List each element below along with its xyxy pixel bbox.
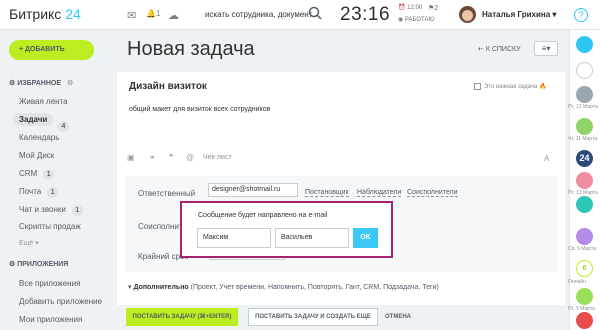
link-icon[interactable]: ⚭ (149, 153, 156, 162)
chat-date: Пт, 5 Марта (568, 306, 595, 312)
chat-icon[interactable]: ✉ (127, 9, 136, 22)
gear-icon: ⚙ (9, 261, 18, 268)
flame-icon: 🔥 (538, 84, 547, 91)
sidebar-item-crm[interactable]: CRM 1 (19, 169, 55, 180)
arrow-left-icon: ⇠ (478, 46, 486, 53)
bitrix-channel-avatar[interactable]: 24 (576, 150, 593, 167)
more-list: (Проект, Учет времени, Напомнить, Повтор… (190, 284, 439, 291)
favorites-title: ИЗБРАННОЕ (17, 80, 62, 87)
gear-icon: ⚙ (9, 80, 18, 87)
recent-chat-avatar[interactable] (576, 312, 593, 329)
help-icon[interactable]: ? (574, 8, 588, 22)
first-name-input[interactable]: Максим (197, 228, 271, 248)
checklist-button[interactable]: Чек-лист (203, 154, 232, 161)
creator-link[interactable]: Постановщик (305, 189, 349, 197)
camera-icon[interactable]: ▣ (127, 153, 135, 162)
sidebar-item-more-label: Ещё (19, 240, 34, 247)
sidebar-item-add-app[interactable]: Добавить приложение (19, 297, 102, 306)
observers-link[interactable]: Наблюдатели (357, 189, 402, 197)
responsible-field[interactable]: designer@shotmail.ru (208, 183, 298, 197)
work-status-label: РАБОТАЮ (404, 17, 435, 23)
cloud-icon[interactable]: ☁ (168, 9, 179, 22)
user-name-text: Наталья Грихина (482, 10, 551, 19)
sidebar-item-scripts[interactable]: Скрипты продаж (19, 222, 81, 231)
chevron-down-icon: ▾ (552, 10, 557, 19)
coexecutors-link[interactable]: Соисполнители (407, 189, 458, 197)
last-name-input[interactable]: Васильев (275, 228, 349, 248)
chat-date: Чт, 11 Марта (568, 136, 598, 142)
recent-chat-avatar[interactable] (576, 228, 593, 245)
back-to-list-label: К СПИСКУ (485, 46, 521, 53)
submit-and-create-button[interactable]: ПОСТАВИТЬ ЗАДАЧУ И СОЗДАТЬ ЕЩЕ (248, 308, 378, 326)
sidebar-item-crm-label: CRM (19, 169, 38, 178)
task-name-input[interactable]: Дизайн визиток (129, 81, 207, 92)
chat-count-badge: 1 (71, 205, 83, 216)
avatar[interactable] (459, 6, 476, 23)
responsible-label: Ответственный (138, 189, 196, 198)
cancel-button[interactable]: ОТМЕНА (385, 314, 411, 320)
notification-count: 1 (155, 9, 161, 18)
task-description[interactable]: общий макет для визиток всех сотрудников (129, 106, 270, 113)
alarm-time: ⏰ 12:00 (398, 5, 423, 11)
search-input[interactable]: искать сотрудника, документ (205, 10, 312, 19)
alarm-value: 12:00 (407, 5, 423, 11)
crm-count-badge: 1 (43, 169, 55, 180)
notifications-icon[interactable]: 🔔1 (146, 9, 160, 18)
checkbox-icon (474, 83, 481, 90)
settings-icon: ⚙ (67, 80, 74, 87)
logo-number: 24 (65, 6, 81, 22)
mention-icon[interactable]: @ (186, 153, 194, 162)
sidebar-item-tasks[interactable]: Задачи (13, 113, 54, 126)
tasks-count: 4 (52, 115, 69, 133)
tasks-count-badge: 4 (58, 121, 69, 132)
recent-chat-avatar[interactable] (576, 86, 593, 103)
important-checkbox[interactable]: Это важная задача 🔥 (474, 83, 546, 90)
recent-chat-avatar[interactable] (576, 196, 593, 213)
view-menu-button[interactable]: ≡▾ (534, 41, 558, 56)
logo[interactable]: Битрикс 24 (9, 6, 81, 22)
add-button[interactable]: + ДОБАВИТЬ (9, 40, 94, 60)
text-format-icon[interactable]: A (544, 154, 549, 163)
chat-date: Ср, 9 Марта (568, 246, 597, 252)
sidebar-item-tasks-label: Задачи (19, 115, 48, 124)
search-contacts-icon[interactable] (576, 62, 593, 79)
clock: 23:16 (340, 4, 391, 25)
chat-date: Пт, 12 Марта (568, 104, 598, 110)
sidebar-item-more[interactable]: Ещё ▾ (19, 239, 39, 247)
logo-text: Битрикс (9, 6, 62, 22)
online-label: Онлайн (568, 279, 586, 285)
sidebar-item-feed[interactable]: Живая лента (19, 97, 68, 106)
recent-chat-avatar[interactable] (576, 118, 593, 135)
recent-chat-avatar[interactable] (576, 172, 593, 189)
sidebar-item-mail-label: Почта (19, 187, 42, 196)
popup-title: Сообщение будет направлено на e-mail (198, 212, 328, 219)
favorites-section[interactable]: ⚙ ИЗБРАННОЕ ⚙ (9, 79, 73, 87)
user-name[interactable]: Наталья Грихина ▾ (482, 10, 556, 19)
more-label: Дополнительно (133, 284, 189, 291)
quote-icon[interactable]: ❞ (169, 153, 173, 162)
important-label: Это важная задача (484, 84, 538, 91)
sidebar-item-mail[interactable]: Почта 1 (19, 187, 59, 198)
sidebar-item-all-apps[interactable]: Все приложения (19, 279, 80, 288)
sidebar-item-calendar[interactable]: Календарь (19, 133, 59, 142)
sidebar-item-disk[interactable]: Мой Диск (19, 151, 54, 160)
sidebar-item-chat[interactable]: Чат и звонки 1 (19, 205, 83, 216)
page-title: Новая задача (127, 38, 255, 60)
apps-title: ПРИЛОЖЕНИЯ (17, 261, 69, 268)
work-status[interactable]: ◉ РАБОТАЮ (398, 16, 435, 23)
apps-section[interactable]: ⚙ ПРИЛОЖЕНИЯ (9, 260, 68, 268)
search-icon[interactable] (308, 6, 322, 20)
sidebar-item-chat-label: Чат и звонки (19, 205, 66, 214)
back-to-list-link[interactable]: ⇠ К СПИСКУ (478, 45, 521, 53)
mail-count-badge: 1 (47, 187, 59, 198)
recent-chat-avatar[interactable] (576, 288, 593, 305)
more-options[interactable]: ▾ Дополнительно (Проект, Учет времени, Н… (128, 283, 439, 291)
flag-icon[interactable]: ⚑2 (428, 4, 438, 12)
submit-task-button[interactable]: ПОСТАВИТЬ ЗАДАЧУ (⌘+ENTER) (126, 308, 238, 326)
flag-count: 2 (434, 5, 439, 12)
ok-button[interactable]: OK (353, 228, 378, 248)
messenger-icon[interactable] (576, 36, 593, 53)
online-count[interactable]: 6 (576, 260, 593, 277)
sidebar-item-my-apps[interactable]: Мои приложения (19, 315, 82, 324)
